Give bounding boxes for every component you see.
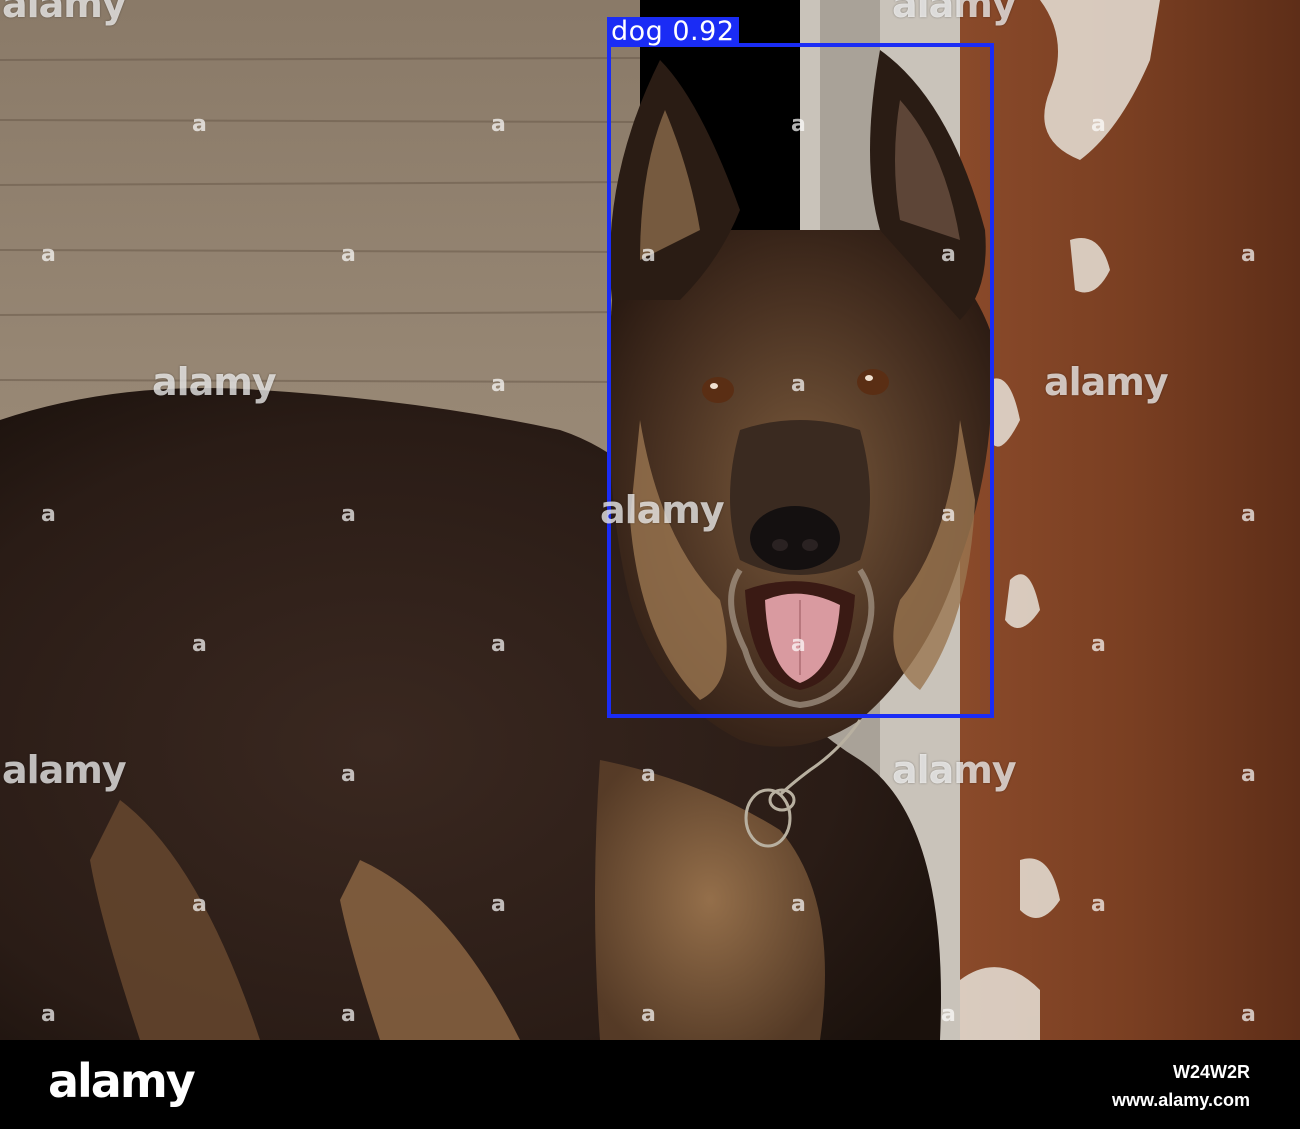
watermark: alamy	[2, 748, 127, 792]
detection-label: dog 0.92	[607, 17, 739, 47]
watermark-mark: a	[941, 242, 956, 267]
watermark-mark: a	[341, 502, 356, 527]
footer-url[interactable]: www.alamy.com	[1112, 1090, 1250, 1111]
watermark-mark: a	[641, 762, 656, 787]
watermark-mark: a	[791, 892, 806, 917]
watermark-mark: a	[791, 112, 806, 137]
watermark-mark: a	[341, 762, 356, 787]
watermark-mark: a	[41, 502, 56, 527]
watermark-mark: a	[1241, 242, 1256, 267]
image-id: W24W2R	[1172, 1062, 1250, 1082]
watermark-mark: a	[1091, 112, 1106, 137]
watermark-mark: a	[941, 502, 956, 527]
watermark-mark: a	[1091, 892, 1106, 917]
watermark-mark: a	[192, 892, 207, 917]
footer-logo: alamy	[48, 1054, 196, 1108]
watermark-mark: a	[791, 632, 806, 657]
watermark: alamy	[1044, 360, 1169, 404]
watermark-mark: a	[791, 372, 806, 397]
watermark: alamy	[2, 0, 127, 26]
watermark-mark: a	[491, 112, 506, 137]
watermark: alamy	[152, 360, 277, 404]
watermark-mark: a	[1091, 632, 1106, 657]
watermark-mark: a	[341, 1002, 356, 1027]
watermark: alamy	[600, 488, 725, 532]
watermark-mark: a	[1241, 1002, 1256, 1027]
watermark-mark: a	[641, 1002, 656, 1027]
watermark-mark: a	[941, 1002, 956, 1027]
watermark-mark: a	[1241, 502, 1256, 527]
watermark-mark: a	[341, 242, 356, 267]
photo: dog 0.92 alamy alamy alamy alamy alamy a…	[0, 0, 1300, 1040]
watermark-mark: a	[192, 632, 207, 657]
watermark-mark: a	[41, 1002, 56, 1027]
watermark-mark: a	[491, 372, 506, 397]
watermark: alamy	[892, 748, 1017, 792]
footer-bar: alamy W24W2R www.alamy.com	[0, 1040, 1300, 1129]
watermark-mark: a	[491, 892, 506, 917]
watermark: alamy	[892, 0, 1017, 26]
watermark-mark: a	[192, 112, 207, 137]
watermark-mark: a	[641, 242, 656, 267]
watermark-mark: a	[1241, 762, 1256, 787]
watermark-mark: a	[491, 632, 506, 657]
watermark-mark: a	[41, 242, 56, 267]
